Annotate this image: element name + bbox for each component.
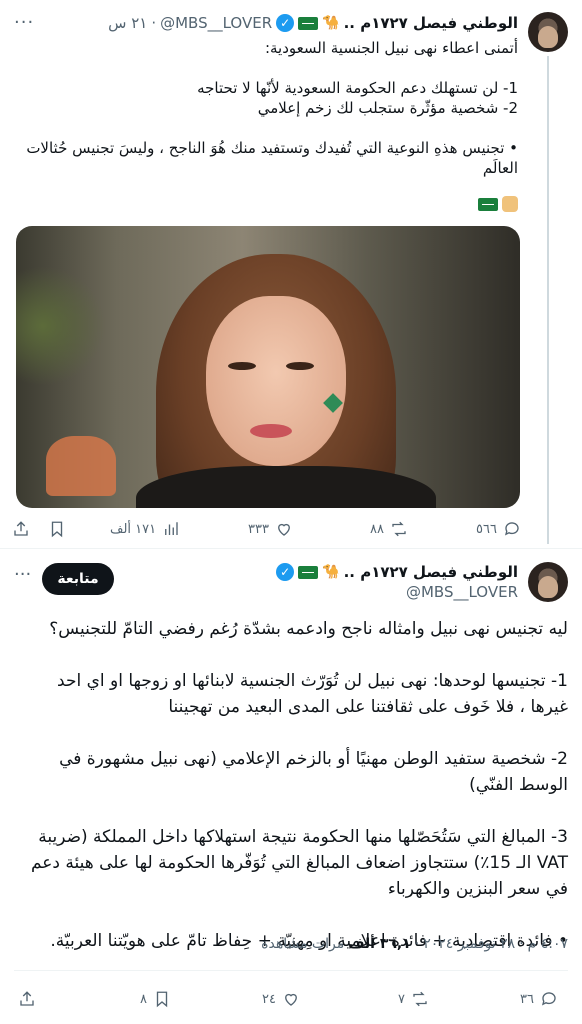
reply-count: ٣٦ <box>520 991 534 1007</box>
camel-emoji-icon: 🐪 <box>322 564 340 580</box>
display-name[interactable]: الوطني فيصل ١٧٢٧م .. <box>344 14 518 32</box>
like-button[interactable]: ٢٤ <box>262 990 300 1008</box>
saudi-flag-icon <box>478 197 498 211</box>
tweet-time[interactable]: ٤:٠٧ م <box>528 936 568 952</box>
views-label: مرات مشاهدة <box>261 936 345 952</box>
bookmark-icon <box>51 521 63 538</box>
reply-count: ٥٦٦ <box>476 521 497 537</box>
verified-badge-icon: ✓ <box>276 563 295 581</box>
photo-subject <box>250 424 292 438</box>
separator: · <box>151 14 157 32</box>
more-options-icon[interactable]: ··· <box>14 564 31 585</box>
tweet-line: 2- شخصية مؤثّرة ستجلب لك زخم إعلامي <box>257 99 518 117</box>
views-count: ١٧١ ألف <box>110 521 157 537</box>
tweet-text: ليه تجنيس نهى نبيل وامثاله ناجح وادعمه ب… <box>16 616 568 954</box>
repost-icon <box>392 521 406 537</box>
tweet-line: أتمنى اعطاء نهى نبيل الجنسية السعودية: <box>264 39 518 57</box>
repost-count: ٨٨ <box>370 521 384 537</box>
heart-icon <box>278 523 290 536</box>
tweet-meta: ٤:٠٧ م · ٢٨ نوفمبر ٢٠٢٤ · ٣٦,١ ألف مرات … <box>261 936 568 952</box>
thread-connector <box>547 56 549 544</box>
separator: · <box>414 936 420 952</box>
divider <box>0 548 582 549</box>
bookmark-button[interactable] <box>48 520 66 538</box>
tweet-paragraph: 2- شخصية ستفيد الوطن مهنيًا أو بالزخم ال… <box>59 749 568 795</box>
separator: · <box>519 936 524 952</box>
tweet-actions: ٨ ٢٤ ٧ ٣٦ <box>18 984 568 1014</box>
tweet-2: الوطني فيصل ١٧٢٧م .. 🐪 ✓ @MBS__LOVER متا… <box>0 550 582 1024</box>
like-count: ٣٣٣ <box>248 521 269 537</box>
bookmark-count: ٨ <box>140 991 147 1007</box>
share-button[interactable] <box>12 520 30 538</box>
reply-icon <box>541 992 556 1006</box>
tweet-text: أتمنى اعطاء نهى نبيل الجنسية السعودية: 1… <box>26 38 518 178</box>
tweet-header: الوطني فيصل ١٧٢٧م .. 🐪 ✓ <box>276 562 518 582</box>
camel-emoji-icon: 🐪 <box>322 15 340 31</box>
photo-subject <box>136 466 436 508</box>
tweet-header: الوطني فيصل ١٧٢٧م .. 🐪 ✓ @MBS__LOVER · ٢… <box>14 12 518 34</box>
bar-chart-icon <box>165 522 178 535</box>
tweet-line: • تجنيس هذهِ النوعية التي تُفيدك وتستفيد… <box>26 139 518 177</box>
photo-subject <box>286 362 314 370</box>
user-handle[interactable]: @MBS__LOVER <box>160 14 272 32</box>
tweet-paragraph: 1- تجنيسها لوحدها: نهى نبيل لن تُوَرّث ا… <box>57 671 568 717</box>
share-icon <box>14 521 28 536</box>
timestamp[interactable]: ٢١ س <box>108 14 147 32</box>
views-button[interactable]: ١٧١ ألف <box>110 520 180 538</box>
tweet-actions: ١٧١ ألف ٣٣٣ ٨٨ ٥٦٦ <box>12 514 520 546</box>
thumbs-up-emoji-icon <box>502 196 518 212</box>
photo-subject <box>228 362 256 370</box>
repost-button[interactable]: ٨٨ <box>370 520 408 538</box>
tweet-paragraph: ليه تجنيس نهى نبيل وامثاله ناجح وادعمه ب… <box>49 619 568 639</box>
photo-subject <box>206 296 346 466</box>
repost-button[interactable]: ٧ <box>398 990 429 1008</box>
photo-background <box>46 436 116 496</box>
reply-button[interactable]: ٣٦ <box>520 990 558 1008</box>
reply-button[interactable]: ٥٦٦ <box>476 520 521 538</box>
avatar[interactable] <box>528 562 568 602</box>
display-name[interactable]: الوطني فيصل ١٧٢٧م .. <box>344 563 518 581</box>
bookmark-button[interactable]: ٨ <box>140 990 171 1008</box>
tweet-1[interactable]: الوطني فيصل ١٧٢٧م .. 🐪 ✓ @MBS__LOVER · ٢… <box>0 0 582 548</box>
follow-button[interactable]: متابعة <box>42 563 114 595</box>
like-button[interactable]: ٣٣٣ <box>248 520 293 538</box>
share-icon <box>20 991 34 1006</box>
photo-background <box>16 266 106 386</box>
share-button[interactable] <box>18 990 36 1008</box>
tweet-line: 1- لن تستهلك دعم الحكومة السعودية لأنّها… <box>197 79 518 97</box>
divider <box>14 970 568 971</box>
like-count: ٢٤ <box>262 991 276 1007</box>
views-count: ٣٦,١ ألف <box>348 936 411 952</box>
repost-count: ٧ <box>398 991 405 1007</box>
avatar[interactable] <box>528 12 568 52</box>
more-options-icon[interactable]: ··· <box>14 12 34 33</box>
emoji-row <box>478 196 518 212</box>
tweet-date[interactable]: ٢٨ نوفمبر ٢٠٢٤ <box>423 936 515 952</box>
bookmark-icon <box>156 991 168 1008</box>
saudi-flag-icon <box>298 16 319 30</box>
repost-icon <box>413 991 427 1007</box>
tweet-photo[interactable] <box>16 226 520 508</box>
reply-icon <box>504 522 519 536</box>
tweet-paragraph: 3- المبالغ التي سَتُحَصّلها منها الحكومة… <box>30 827 568 899</box>
saudi-flag-icon <box>298 565 319 579</box>
heart-icon <box>285 993 297 1006</box>
verified-badge-icon: ✓ <box>276 14 295 32</box>
user-handle[interactable]: @MBS__LOVER <box>406 583 518 601</box>
